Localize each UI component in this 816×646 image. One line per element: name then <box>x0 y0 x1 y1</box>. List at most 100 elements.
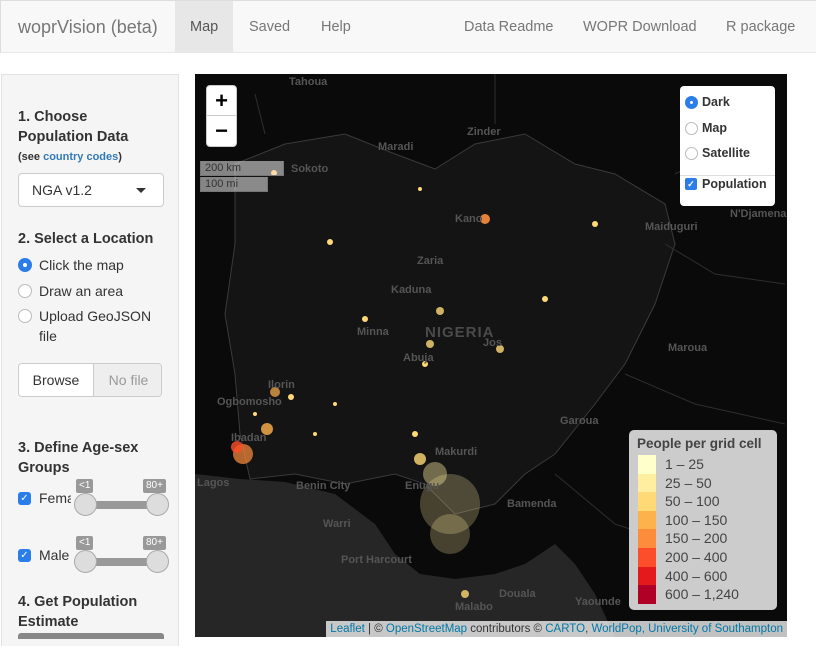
step3-title-2: Groups <box>18 460 70 476</box>
dataset-select[interactable]: NGA v1.2 <box>18 173 164 207</box>
country-codes-link[interactable]: country codes <box>43 151 118 163</box>
city-label: Abuja <box>403 352 434 364</box>
map-view[interactable]: Tahoua Zinder Maradi Sokoto Kano Maidugu… <box>195 74 787 637</box>
app-brand[interactable]: woprVision (beta) <box>18 17 158 38</box>
radio-selected-icon[interactable] <box>685 96 698 109</box>
legend-item: 100 – 150 <box>638 510 768 530</box>
step4-title-2: Estimate <box>18 614 79 630</box>
radio-label: Draw an area <box>39 283 124 299</box>
legend-label: 1 – 25 <box>665 456 704 472</box>
map-attribution: Leaflet | © OpenStreetMap contributors ©… <box>326 621 787 637</box>
city-label: Minna <box>357 326 389 338</box>
layer-label: Dark <box>702 95 730 109</box>
radio-label: Upload GeoJSON file <box>39 308 152 344</box>
navbar: woprVision (beta) Map Saved Help Data Re… <box>0 0 816 53</box>
slider-max-tag: 80+ <box>143 479 166 493</box>
population-legend: People per grid cell 1 – 25 25 – 50 50 – 1… <box>629 430 777 610</box>
radio-selected-icon[interactable] <box>18 258 32 272</box>
legend-swatch <box>638 585 656 605</box>
attr-contributors: contributors © <box>467 623 546 635</box>
male-age-slider[interactable]: <1 80+ <box>73 536 169 576</box>
osm-link[interactable]: OpenStreetMap <box>386 623 467 635</box>
female-age-slider[interactable]: <1 80+ <box>73 479 169 519</box>
dataset-select-value: NGA v1.2 <box>32 182 92 198</box>
scale-km: 200 km <box>200 161 284 176</box>
zoom-out-button[interactable]: − <box>207 116 236 146</box>
link-r-package[interactable]: R package <box>711 1 810 53</box>
city-label: Makurdi <box>435 446 478 458</box>
city-label: Ogbomosho <box>217 396 282 408</box>
legend-title: People per grid cell <box>637 436 762 451</box>
legend-swatch <box>638 566 656 586</box>
city-label: Maiduguri <box>645 221 698 233</box>
city-label: N'Djamena <box>730 208 787 220</box>
legend-item: 150 – 200 <box>638 529 768 549</box>
legend-item: 25 – 50 <box>638 473 768 493</box>
legend-item: 400 – 600 <box>638 566 768 586</box>
radio-icon[interactable] <box>18 284 32 298</box>
step4-title: 4. Get Population <box>18 594 138 610</box>
checkbox-checked-icon[interactable]: ✓ <box>685 178 697 190</box>
checkbox-checked-icon[interactable]: ✓ <box>18 549 31 562</box>
slider-min-tag: <1 <box>76 536 94 550</box>
city-label: Maroua <box>668 342 708 354</box>
radio-icon[interactable] <box>685 147 698 160</box>
carto-link[interactable]: CARTO <box>545 623 585 635</box>
tab-help[interactable]: Help <box>306 1 366 53</box>
city-label: Maradi <box>378 141 414 153</box>
legend-label: 150 – 200 <box>665 530 728 547</box>
attr-sep: | © <box>364 623 386 635</box>
leaflet-link[interactable]: Leaflet <box>330 623 365 635</box>
scale-mi: 100 mi <box>200 177 268 192</box>
slider-max-handle[interactable] <box>146 493 169 516</box>
city-label: Malabo <box>455 601 493 613</box>
legend-label: 400 – 600 <box>665 567 728 584</box>
city-label: Zinder <box>467 126 501 138</box>
city-label: Douala <box>499 588 536 600</box>
country-codes-note: (see country codes) <box>18 151 122 163</box>
radio-icon[interactable] <box>685 122 698 135</box>
city-label: Enugu <box>405 480 440 492</box>
legend-swatch <box>638 455 656 474</box>
zoom-in-button[interactable]: + <box>207 86 236 116</box>
file-name-field[interactable]: No file <box>94 364 161 396</box>
page-margin <box>787 74 816 646</box>
chevron-down-icon <box>136 188 146 193</box>
sidebar-panel: 1. Choose Population Data (see country c… <box>1 74 179 646</box>
layer-control: Dark Map Satellite ✓ Population <box>680 86 775 206</box>
legend-swatch <box>638 548 656 567</box>
city-label: Benin City <box>296 480 351 492</box>
legend-label: 25 – 50 <box>665 474 712 491</box>
estimate-button[interactable] <box>18 633 164 639</box>
checkbox-checked-icon[interactable]: ✓ <box>18 492 31 505</box>
legend-item: 600 – 1,240 <box>638 585 768 605</box>
see-suffix: ) <box>118 151 122 163</box>
layer-label: Map <box>702 121 727 135</box>
slider-min-handle[interactable] <box>74 493 97 516</box>
link-data-readme[interactable]: Data Readme <box>449 1 568 53</box>
country-label-nigeria: NIGERIA <box>425 324 495 341</box>
tab-map[interactable]: Map <box>175 1 234 53</box>
link-wopr-download[interactable]: WOPR Download <box>568 1 712 53</box>
worldpop-link[interactable]: WorldPop, University of Southampton <box>591 623 783 635</box>
legend-label: 100 – 150 <box>665 511 728 528</box>
slider-min-handle[interactable] <box>74 550 97 573</box>
city-label: Zaria <box>417 255 444 267</box>
layer-label: Satellite <box>702 146 750 160</box>
legend-swatch <box>638 473 656 493</box>
male-label: Male <box>39 547 70 563</box>
tab-saved[interactable]: Saved <box>234 1 305 53</box>
city-label: Sokoto <box>291 163 329 175</box>
browse-button[interactable]: Browse <box>19 364 94 396</box>
radio-icon[interactable] <box>18 309 32 323</box>
step3-title: 3. Define Age-sex <box>18 440 139 456</box>
slider-max-tag: 80+ <box>143 536 166 550</box>
city-label: Kaduna <box>391 284 432 296</box>
radio-label: Click the map <box>39 257 124 273</box>
step1-title: 1. Choose <box>18 109 88 125</box>
city-label: Ibadan <box>231 432 267 444</box>
city-label: Ilorin <box>268 379 295 391</box>
legend-swatch <box>638 492 656 512</box>
slider-max-handle[interactable] <box>146 550 169 573</box>
step2-title: 2. Select a Location <box>18 231 154 247</box>
